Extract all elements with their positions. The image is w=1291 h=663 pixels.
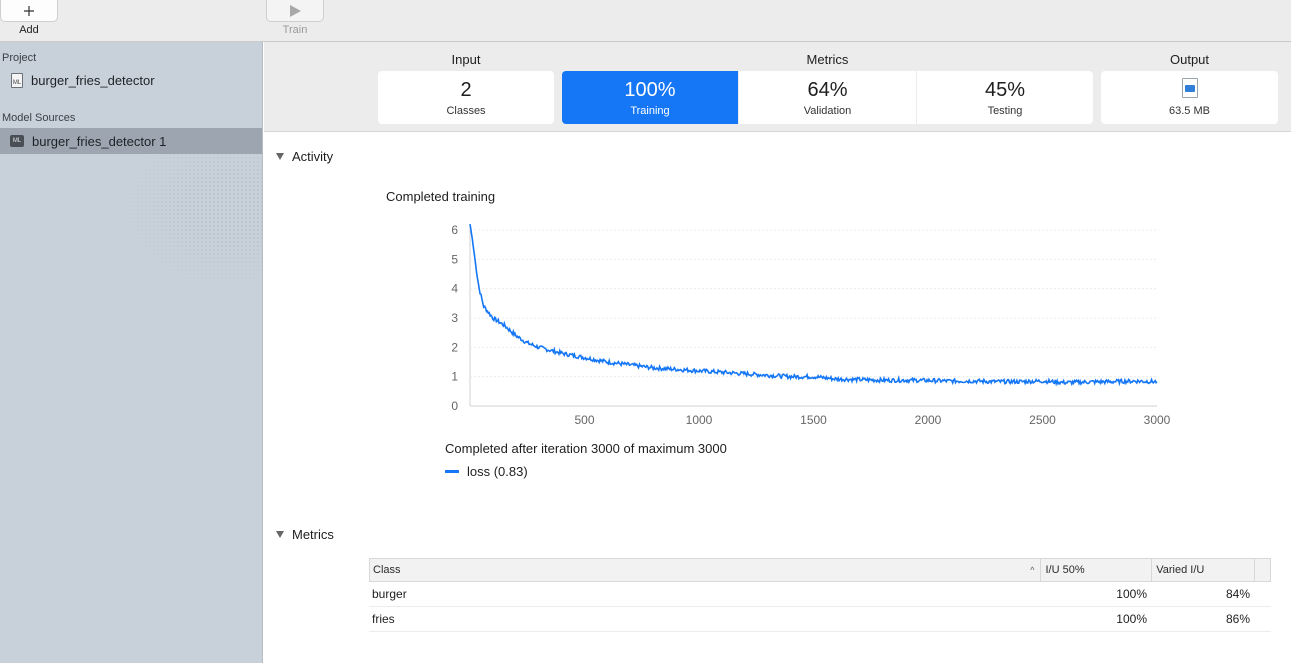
training-card[interactable]: 100% Training bbox=[562, 71, 738, 124]
chart-caption: Completed after iteration 3000 of maximu… bbox=[445, 441, 727, 456]
plus-icon bbox=[24, 5, 34, 16]
x-tick-label: 3000 bbox=[1144, 413, 1171, 427]
project-heading: Project bbox=[2, 52, 37, 64]
loss-chart: 0 1 2 3 4 5 6 500 1000 1500 2000 2500 3000 bbox=[451, 223, 1170, 427]
table-row[interactable]: fries 100% 86% bbox=[369, 607, 1271, 632]
validation-value: 64% bbox=[807, 79, 848, 101]
ml-model-icon: ML bbox=[10, 135, 24, 147]
metrics-heading: Metrics bbox=[806, 52, 849, 67]
loss-series-line bbox=[469, 223, 1158, 387]
chart-legend: loss (0.83) bbox=[445, 464, 528, 479]
training-label: Training bbox=[630, 105, 670, 117]
y-tick-label: 1 bbox=[451, 370, 458, 384]
column-header-iu50[interactable]: I/U 50% bbox=[1040, 558, 1151, 582]
output-heading: Output bbox=[1169, 52, 1210, 67]
output-card[interactable]: 63.5 MB bbox=[1101, 71, 1278, 124]
training-status: Completed training bbox=[386, 189, 496, 204]
activity-title: Activity bbox=[292, 149, 334, 164]
metrics-section-toggle[interactable]: Metrics bbox=[276, 527, 334, 542]
column-header-spacer bbox=[1254, 558, 1270, 582]
x-tick-label: 500 bbox=[574, 413, 594, 427]
model-sources-heading: Model Sources bbox=[2, 112, 76, 124]
output-size: 63.5 MB bbox=[1169, 105, 1210, 117]
sidebar: Project ML burger_fries_detector Model S… bbox=[0, 42, 263, 663]
y-tick-label: 3 bbox=[451, 311, 458, 325]
sidebar-item-label: burger_fries_detector bbox=[31, 72, 155, 88]
training-value: 100% bbox=[624, 79, 676, 101]
mlmodel-file-icon[interactable] bbox=[1181, 78, 1198, 98]
y-tick-label: 0 bbox=[451, 399, 458, 413]
add-label: Add bbox=[19, 24, 39, 36]
add-button[interactable] bbox=[0, 0, 58, 22]
column-header-label: Class bbox=[373, 564, 401, 576]
classes-label: Classes bbox=[446, 105, 486, 117]
toolbar: Add Train bbox=[0, 0, 1291, 42]
cell-class: fries bbox=[372, 612, 395, 626]
x-tick-label: 1500 bbox=[800, 413, 827, 427]
disclosure-triangle-icon[interactable] bbox=[276, 153, 284, 160]
column-header-varied-iu[interactable]: Varied I/U bbox=[1151, 558, 1254, 582]
metrics-table: Class ^ I/U 50% Varied I/U burger 100% 8… bbox=[369, 558, 1271, 632]
x-tick-label: 2000 bbox=[915, 413, 942, 427]
sidebar-item-project[interactable]: ML burger_fries_detector bbox=[0, 67, 262, 93]
testing-card[interactable]: 45% Testing bbox=[917, 71, 1093, 124]
validation-card[interactable]: 64% Validation bbox=[739, 71, 916, 124]
legend-label: loss (0.83) bbox=[467, 464, 528, 479]
classes-card[interactable]: 2 Classes bbox=[378, 71, 554, 124]
testing-label: Testing bbox=[987, 105, 1023, 117]
sidebar-item-label: burger_fries_detector 1 bbox=[32, 133, 167, 149]
cell-iu50: 100% bbox=[1116, 612, 1147, 626]
train-label: Train bbox=[282, 24, 308, 36]
x-tick-label: 1000 bbox=[686, 413, 713, 427]
summary-bar: Input Metrics Output 2 Classes 100% Trai… bbox=[264, 42, 1291, 132]
input-heading: Input bbox=[451, 52, 481, 67]
activity-section-toggle[interactable]: Activity bbox=[276, 149, 333, 164]
x-axis-ticks: 500 1000 1500 2000 2500 3000 bbox=[574, 413, 1170, 427]
column-header-class[interactable]: Class ^ bbox=[370, 564, 1040, 576]
table-row[interactable]: burger 100% 84% bbox=[369, 582, 1271, 607]
testing-value: 45% bbox=[984, 79, 1026, 101]
cell-iu50: 100% bbox=[1116, 587, 1147, 601]
x-tick-label: 2500 bbox=[1029, 413, 1056, 427]
chevron-up-icon: ^ bbox=[1030, 565, 1035, 575]
y-tick-label: 5 bbox=[451, 252, 458, 266]
y-tick-label: 2 bbox=[451, 340, 458, 354]
cell-varied: 86% bbox=[1225, 612, 1250, 626]
cell-class: burger bbox=[372, 587, 407, 601]
y-axis-ticks: 0 1 2 3 4 5 6 bbox=[451, 223, 458, 413]
table-header: Class ^ I/U 50% Varied I/U bbox=[369, 558, 1271, 582]
cell-varied: 84% bbox=[1225, 587, 1250, 601]
sidebar-decoration bbox=[120, 152, 262, 292]
play-icon bbox=[290, 4, 301, 17]
legend-swatch bbox=[445, 470, 459, 473]
sidebar-item-model-source[interactable]: ML burger_fries_detector 1 bbox=[0, 128, 262, 154]
classes-value: 2 bbox=[460, 79, 472, 101]
y-tick-label: 4 bbox=[451, 282, 458, 296]
train-button[interactable] bbox=[266, 0, 324, 22]
metrics-title: Metrics bbox=[292, 527, 334, 542]
ml-document-icon: ML bbox=[11, 72, 23, 88]
y-tick-label: 6 bbox=[451, 223, 458, 237]
disclosure-triangle-icon[interactable] bbox=[276, 531, 284, 538]
validation-label: Validation bbox=[803, 105, 852, 117]
